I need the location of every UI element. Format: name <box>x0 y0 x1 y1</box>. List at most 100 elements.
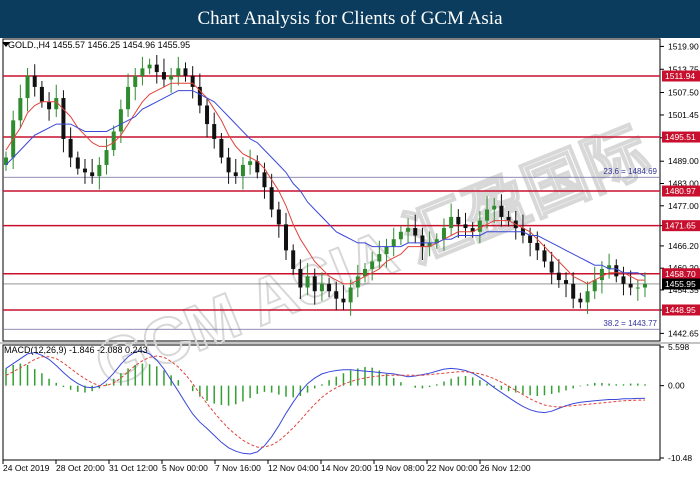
level-price-label: 1495.51 <box>665 132 696 142</box>
price-tick-label: 1477.00 <box>668 201 699 211</box>
time-tick-label: 24 Oct 2019 <box>3 463 50 473</box>
level-price-label: 1458.70 <box>665 269 696 279</box>
candle-body <box>25 75 30 99</box>
price-tick-label: 1442.65 <box>668 328 699 338</box>
time-tick-label: 5 Nov 00:00 <box>162 463 208 473</box>
candle-body <box>212 124 217 139</box>
symbol-header: GOLD.,H4 1455.57 1456.25 1454.96 1455.95 <box>8 40 190 50</box>
candle-body <box>284 224 289 251</box>
candle-body <box>226 157 231 173</box>
candle-body <box>334 291 339 299</box>
candle-body <box>126 86 131 110</box>
time-tick-label: 31 Oct 12:00 <box>109 463 158 473</box>
candle-body <box>477 220 482 232</box>
candle-body <box>291 250 296 269</box>
candle-body <box>32 75 37 87</box>
candle-body <box>312 276 317 292</box>
candle-body <box>585 291 590 303</box>
level-price-label: 1471.65 <box>665 221 696 231</box>
candle-body <box>154 64 159 73</box>
fibonacci-label: 23.6 = 1484.69 <box>603 167 657 176</box>
candle-body <box>420 235 425 247</box>
candle-body <box>499 205 504 217</box>
candle-body <box>571 283 576 299</box>
price-tick-label: 1507.50 <box>668 87 699 97</box>
candle-body <box>262 172 267 188</box>
price-tick-label: 1489.00 <box>668 156 699 166</box>
level-price-label: 1448.95 <box>665 305 696 315</box>
candle-body <box>542 250 547 262</box>
candle-body <box>298 268 303 288</box>
price-tick-label: 1519.90 <box>668 41 699 51</box>
price-chart[interactable]: GCM ASIA 汇盈国际 1519.901513.751507.501501.… <box>0 38 700 500</box>
candle-body <box>578 298 583 303</box>
candle-body <box>635 287 640 289</box>
candle-body <box>133 75 138 87</box>
candle-body <box>492 205 497 210</box>
candle-body <box>75 157 80 169</box>
candle-body <box>68 138 73 158</box>
candle-body <box>398 231 403 240</box>
candle-body <box>341 298 346 303</box>
candle-body <box>441 228 446 240</box>
candle-body <box>47 101 52 110</box>
candle-body <box>485 209 490 221</box>
time-tick-label: 14 Nov 20:00 <box>321 463 372 473</box>
candle-body <box>348 287 353 303</box>
time-tick-label: 19 Nov 08:00 <box>374 463 425 473</box>
candle-body <box>319 283 324 292</box>
candle-body <box>39 86 44 102</box>
time-tick-label: 26 Nov 12:00 <box>480 463 531 473</box>
candle-body <box>528 235 533 243</box>
candle-body <box>628 283 633 288</box>
candle-body <box>305 276 310 288</box>
candle-body <box>276 209 281 225</box>
candle-body <box>592 280 597 292</box>
candle-body <box>391 239 396 247</box>
macd-tick-label: 5.598 <box>668 342 690 352</box>
candle-body <box>82 168 87 173</box>
candle-body <box>219 138 224 158</box>
candle-body <box>413 228 418 236</box>
candle-body <box>406 228 411 232</box>
candle-body <box>161 72 166 80</box>
candle-body <box>240 164 245 177</box>
fibonacci-label: 38.2 = 1443.77 <box>603 319 657 328</box>
candle-body <box>535 242 540 251</box>
candle-body <box>97 164 102 177</box>
candle-body <box>564 280 569 284</box>
candle-body <box>449 216 454 229</box>
candle-body <box>140 68 145 76</box>
macd-tick-label: -10.48 <box>668 453 692 463</box>
candle-body <box>169 75 174 80</box>
chart-banner-title: Chart Analysis for Clients of GCM Asia <box>0 0 700 38</box>
candle-body <box>176 68 181 76</box>
level-price-label: 1511.94 <box>665 71 695 81</box>
candle-body <box>621 276 626 284</box>
time-tick-label: 22 Nov 00:00 <box>427 463 478 473</box>
candle-body <box>18 98 23 121</box>
candle-body <box>549 261 554 273</box>
price-tick-label: 1466.20 <box>668 241 699 251</box>
candle-body <box>614 265 619 277</box>
candle-body <box>456 216 461 225</box>
candle-body <box>643 283 647 288</box>
candle-body <box>90 172 95 177</box>
candle-body <box>506 216 511 221</box>
candle-body <box>248 161 253 165</box>
candle-body <box>183 68 188 76</box>
candle-body <box>147 64 152 69</box>
time-tick-label: 28 Oct 20:00 <box>56 463 105 473</box>
candle-body <box>61 98 66 139</box>
time-tick-label: 7 Nov 16:00 <box>215 463 261 473</box>
candle-body <box>463 224 468 229</box>
candle-body <box>327 283 332 292</box>
candle-body <box>599 268 604 281</box>
candle-body <box>104 150 109 165</box>
candle-body <box>355 276 360 288</box>
candle-body <box>118 109 123 132</box>
candle-body <box>269 187 274 210</box>
candle-body <box>205 105 210 125</box>
candle-body <box>384 246 389 255</box>
time-tick-label: 12 Nov 04:00 <box>268 463 319 473</box>
